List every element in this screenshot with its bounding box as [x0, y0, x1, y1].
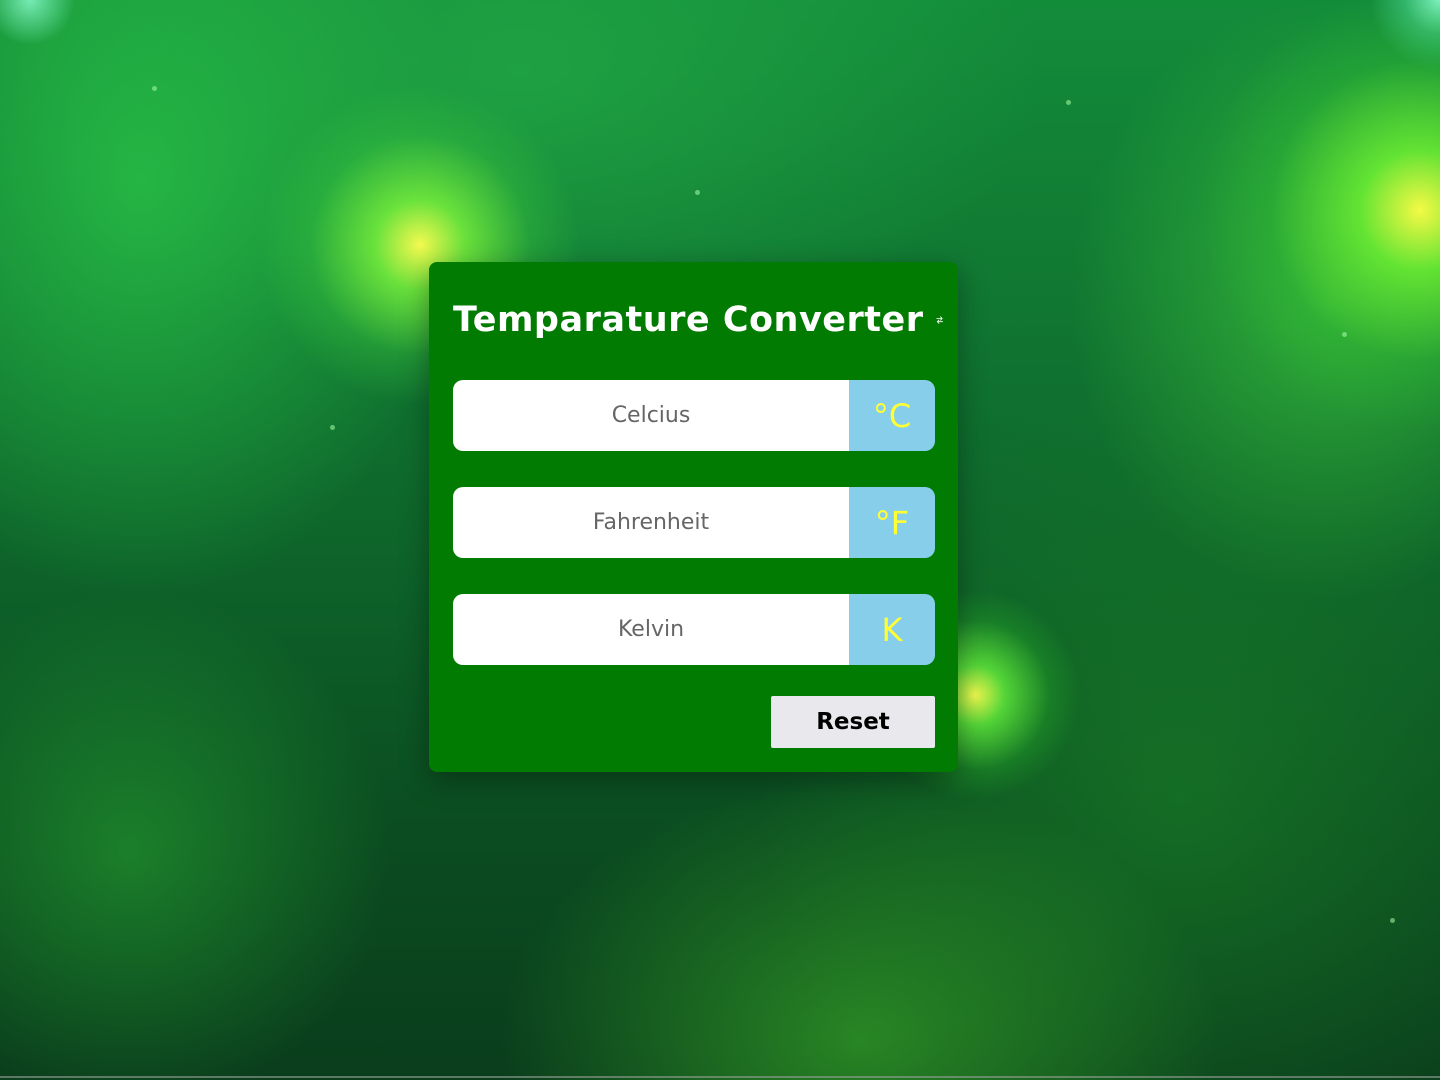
background-speck	[1066, 100, 1071, 105]
converter-card: Temparature Converter °C °F K Reset	[429, 262, 958, 772]
celsius-field: °C	[453, 380, 935, 451]
celsius-input[interactable]	[453, 380, 849, 451]
kelvin-field: K	[453, 594, 935, 665]
window-bottom-edge	[0, 1076, 1440, 1078]
fahrenheit-unit-label: °F	[849, 487, 935, 558]
background-speck	[1342, 332, 1347, 337]
background-speck	[330, 425, 335, 430]
background-speck	[695, 190, 700, 195]
background-speck	[152, 86, 157, 91]
kelvin-input[interactable]	[453, 594, 849, 665]
fahrenheit-field: °F	[453, 487, 935, 558]
background-speck	[1390, 918, 1395, 923]
kelvin-unit-label: K	[849, 594, 935, 665]
celsius-unit-label: °C	[849, 380, 935, 451]
fahrenheit-input[interactable]	[453, 487, 849, 558]
title-row: Temparature Converter	[453, 292, 943, 348]
app-title: Temparature Converter	[453, 300, 924, 340]
swap-arrows-icon	[935, 316, 943, 324]
reset-button[interactable]: Reset	[771, 696, 935, 748]
